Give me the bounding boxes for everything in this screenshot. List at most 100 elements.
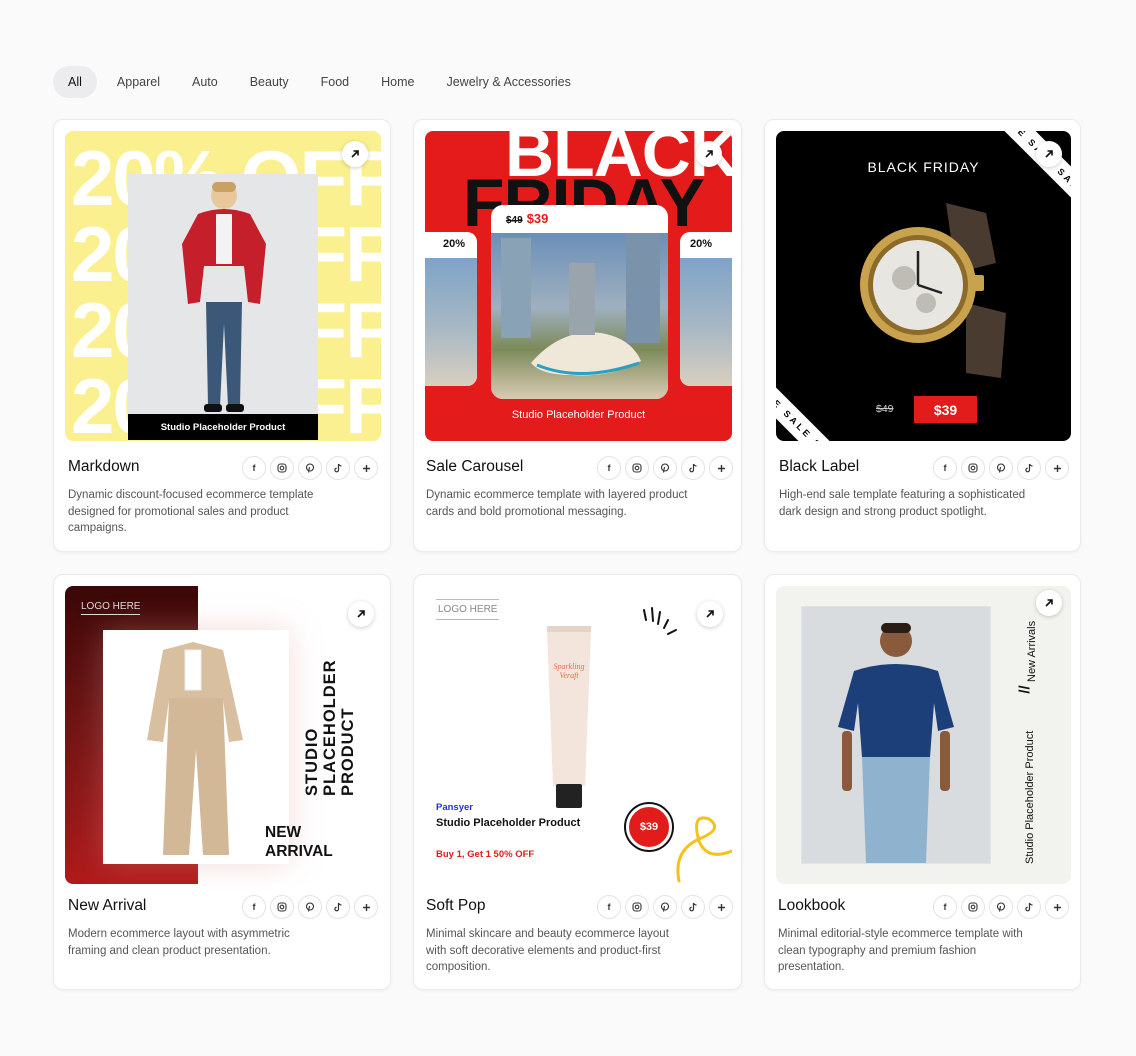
tiktok-icon[interactable] — [1017, 895, 1041, 919]
share-icons: f — [933, 456, 1069, 480]
template-preview[interactable]: LOGO HERE Sparkling Veraft Pansyer Studi… — [425, 586, 732, 884]
instagram-icon[interactable] — [625, 456, 649, 480]
tiktok-icon[interactable] — [681, 895, 705, 919]
card-title: Lookbook — [778, 897, 846, 914]
facebook-icon[interactable]: f — [933, 456, 957, 480]
decorative-squiggle — [676, 816, 732, 883]
vertical-text-product: Studio Placeholder Product — [1024, 730, 1036, 864]
tiktok-icon[interactable] — [1017, 456, 1041, 480]
product-label: Studio Placeholder Product — [436, 817, 581, 829]
arrow-up-right-icon — [351, 150, 359, 158]
template-preview[interactable]: LOGO HERE STUDIO PLACEHOLDER PRODUCT NEW… — [65, 586, 381, 884]
share-icons: f — [597, 456, 733, 480]
filter-auto[interactable]: Auto — [178, 66, 232, 98]
arrow-up-right-icon — [1045, 599, 1053, 607]
product-photo — [103, 630, 289, 864]
price-row: $49 $39 — [506, 211, 548, 226]
plus-icon[interactable] — [1045, 456, 1069, 480]
instagram-icon[interactable] — [961, 895, 985, 919]
open-template-button[interactable] — [697, 601, 723, 627]
pinterest-icon[interactable] — [653, 456, 677, 480]
pinterest-icon[interactable] — [989, 456, 1013, 480]
product-label: Studio Placeholder Product — [511, 409, 646, 421]
template-preview[interactable]: 20% OFF 20% OFF 20% OFF 20% OFF Studio P… — [65, 131, 381, 441]
open-template-button[interactable] — [348, 601, 374, 627]
arrow-up-right-icon — [357, 610, 365, 618]
filter-beauty[interactable]: Beauty — [236, 66, 303, 98]
filter-apparel[interactable]: Apparel — [103, 66, 174, 98]
tiktok-icon[interactable] — [326, 456, 350, 480]
template-card-soft-pop[interactable]: LOGO HERE Sparkling Veraft Pansyer Studi… — [413, 574, 742, 990]
open-template-button[interactable] — [696, 141, 722, 167]
product-label: Studio Placeholder Product — [128, 414, 318, 440]
plus-icon[interactable] — [709, 895, 733, 919]
pinterest-icon[interactable] — [653, 895, 677, 919]
plus-icon[interactable] — [1045, 895, 1069, 919]
plus-icon[interactable] — [709, 456, 733, 480]
template-preview[interactable]: BLACK FRIDAY 20% 20% $49 $39 Studio Plac… — [425, 131, 732, 441]
main-product-card: $49 $39 — [491, 205, 668, 399]
pinterest-icon[interactable] — [989, 895, 1013, 919]
share-icons: f — [242, 456, 378, 480]
offer-text: Buy 1, Get 1 50% OFF — [436, 849, 535, 860]
arrow-up-right-icon — [706, 610, 714, 618]
template-card-markdown[interactable]: 20% OFF 20% OFF 20% OFF 20% OFF Studio P… — [53, 119, 391, 552]
new-arrival-badge: NEW ARRIVAL — [265, 824, 333, 860]
card-title: Black Label — [779, 458, 860, 475]
filter-food[interactable]: Food — [307, 66, 364, 98]
card-description: Dynamic discount-focused ecommerce templ… — [68, 489, 314, 534]
arrow-up-right-icon — [1045, 150, 1053, 158]
instagram-icon[interactable] — [961, 456, 985, 480]
filter-jewelry-accessories[interactable]: Jewelry & Accessories — [432, 66, 584, 98]
card-description: Minimal editorial-style ecommerce templa… — [778, 928, 1023, 973]
tiktok-icon[interactable] — [681, 456, 705, 480]
facebook-icon[interactable]: f — [597, 456, 621, 480]
discount-badge: 20% — [690, 238, 713, 250]
facebook-icon[interactable]: f — [242, 456, 266, 480]
template-card-new-arrival[interactable]: LOGO HERE STUDIO PLACEHOLDER PRODUCT NEW… — [53, 574, 391, 990]
pinterest-icon[interactable] — [298, 895, 322, 919]
instagram-icon[interactable] — [625, 895, 649, 919]
price-badge: $39 — [626, 804, 672, 850]
brand-name: Pansyer — [436, 802, 473, 813]
filter-all[interactable]: All — [53, 66, 97, 98]
pinterest-icon[interactable] — [298, 456, 322, 480]
side-product-photo — [680, 258, 732, 386]
share-icons: f — [242, 895, 378, 919]
template-card-sale-carousel[interactable]: BLACK FRIDAY 20% 20% $49 $39 Studio Plac… — [413, 119, 742, 552]
facebook-icon[interactable]: f — [242, 895, 266, 919]
template-card-black-label[interactable]: SALE SALE SALE SALE SALE SALE SALE SALE … — [764, 119, 1081, 552]
template-preview[interactable]: SALE SALE SALE SALE SALE SALE SALE SALE … — [776, 131, 1071, 441]
product-photo — [128, 174, 318, 440]
instagram-icon[interactable] — [270, 456, 294, 480]
plus-icon[interactable] — [354, 895, 378, 919]
tube-brand-text: Sparkling Veraft — [553, 662, 585, 680]
facebook-icon[interactable]: f — [933, 895, 957, 919]
instagram-icon[interactable] — [270, 895, 294, 919]
card-title: Soft Pop — [426, 897, 486, 914]
side-product-card: 20% — [425, 232, 477, 386]
product-photo — [846, 193, 1016, 383]
filter-home[interactable]: Home — [367, 66, 428, 98]
logo-placeholder: LOGO HERE — [81, 601, 141, 615]
vertical-product-text: STUDIO PLACEHOLDER PRODUCT — [303, 659, 357, 796]
product-photo — [801, 606, 991, 864]
facebook-icon[interactable]: f — [597, 895, 621, 919]
category-filter-bar: All Apparel Auto Beauty Food Home Jewelr… — [53, 66, 589, 98]
share-icons: f — [933, 895, 1069, 919]
old-price: $49 — [876, 403, 894, 415]
card-description: Modern ecommerce layout with asymmetric … — [68, 928, 290, 957]
decorative-lines — [643, 607, 677, 635]
vertical-text-new-arrivals: New Arrivals — [1026, 620, 1038, 682]
plus-icon[interactable] — [354, 456, 378, 480]
sale-price: $39 — [526, 211, 549, 226]
card-title: Markdown — [68, 458, 140, 475]
template-preview[interactable]: New Arrivals // Studio Placeholder Produ… — [776, 586, 1071, 884]
tiktok-icon[interactable] — [326, 895, 350, 919]
open-template-button[interactable] — [1036, 141, 1062, 167]
logo-placeholder: LOGO HERE — [436, 599, 500, 620]
template-card-lookbook[interactable]: New Arrivals // Studio Placeholder Produ… — [764, 574, 1081, 990]
headline: BLACK FRIDAY — [867, 159, 980, 175]
open-template-button[interactable] — [1036, 590, 1062, 616]
open-template-button[interactable] — [342, 141, 368, 167]
